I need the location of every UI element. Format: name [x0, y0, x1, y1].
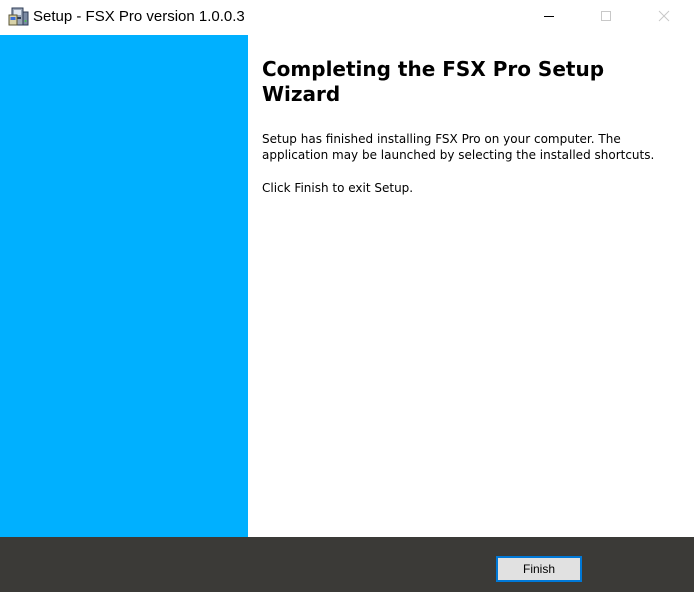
button-bar: Finish	[0, 537, 694, 592]
maximize-icon	[601, 11, 611, 21]
setup-window: Setup - FSX Pro version 1.0.0.3 Completi…	[0, 0, 694, 592]
finished-message: Setup has finished installing FSX Pro on…	[262, 132, 655, 162]
minimize-icon	[544, 16, 554, 17]
minimize-button[interactable]	[526, 0, 572, 32]
exit-instruction: Click Finish to exit Setup.	[262, 181, 414, 195]
close-button[interactable]	[641, 0, 687, 32]
page-title: Completing the FSX Pro Setup Wizard	[262, 57, 605, 106]
finish-button[interactable]: Finish	[496, 556, 582, 582]
maximize-button[interactable]	[583, 0, 629, 32]
wizard-banner-image	[0, 35, 248, 537]
wizard-content: Completing the FSX Pro Setup Wizard Setu…	[248, 35, 694, 537]
title-bar[interactable]: Setup - FSX Pro version 1.0.0.3	[0, 0, 694, 35]
setup-installer-icon	[8, 6, 30, 28]
close-icon	[658, 10, 670, 22]
window-title: Setup - FSX Pro version 1.0.0.3	[33, 8, 245, 25]
